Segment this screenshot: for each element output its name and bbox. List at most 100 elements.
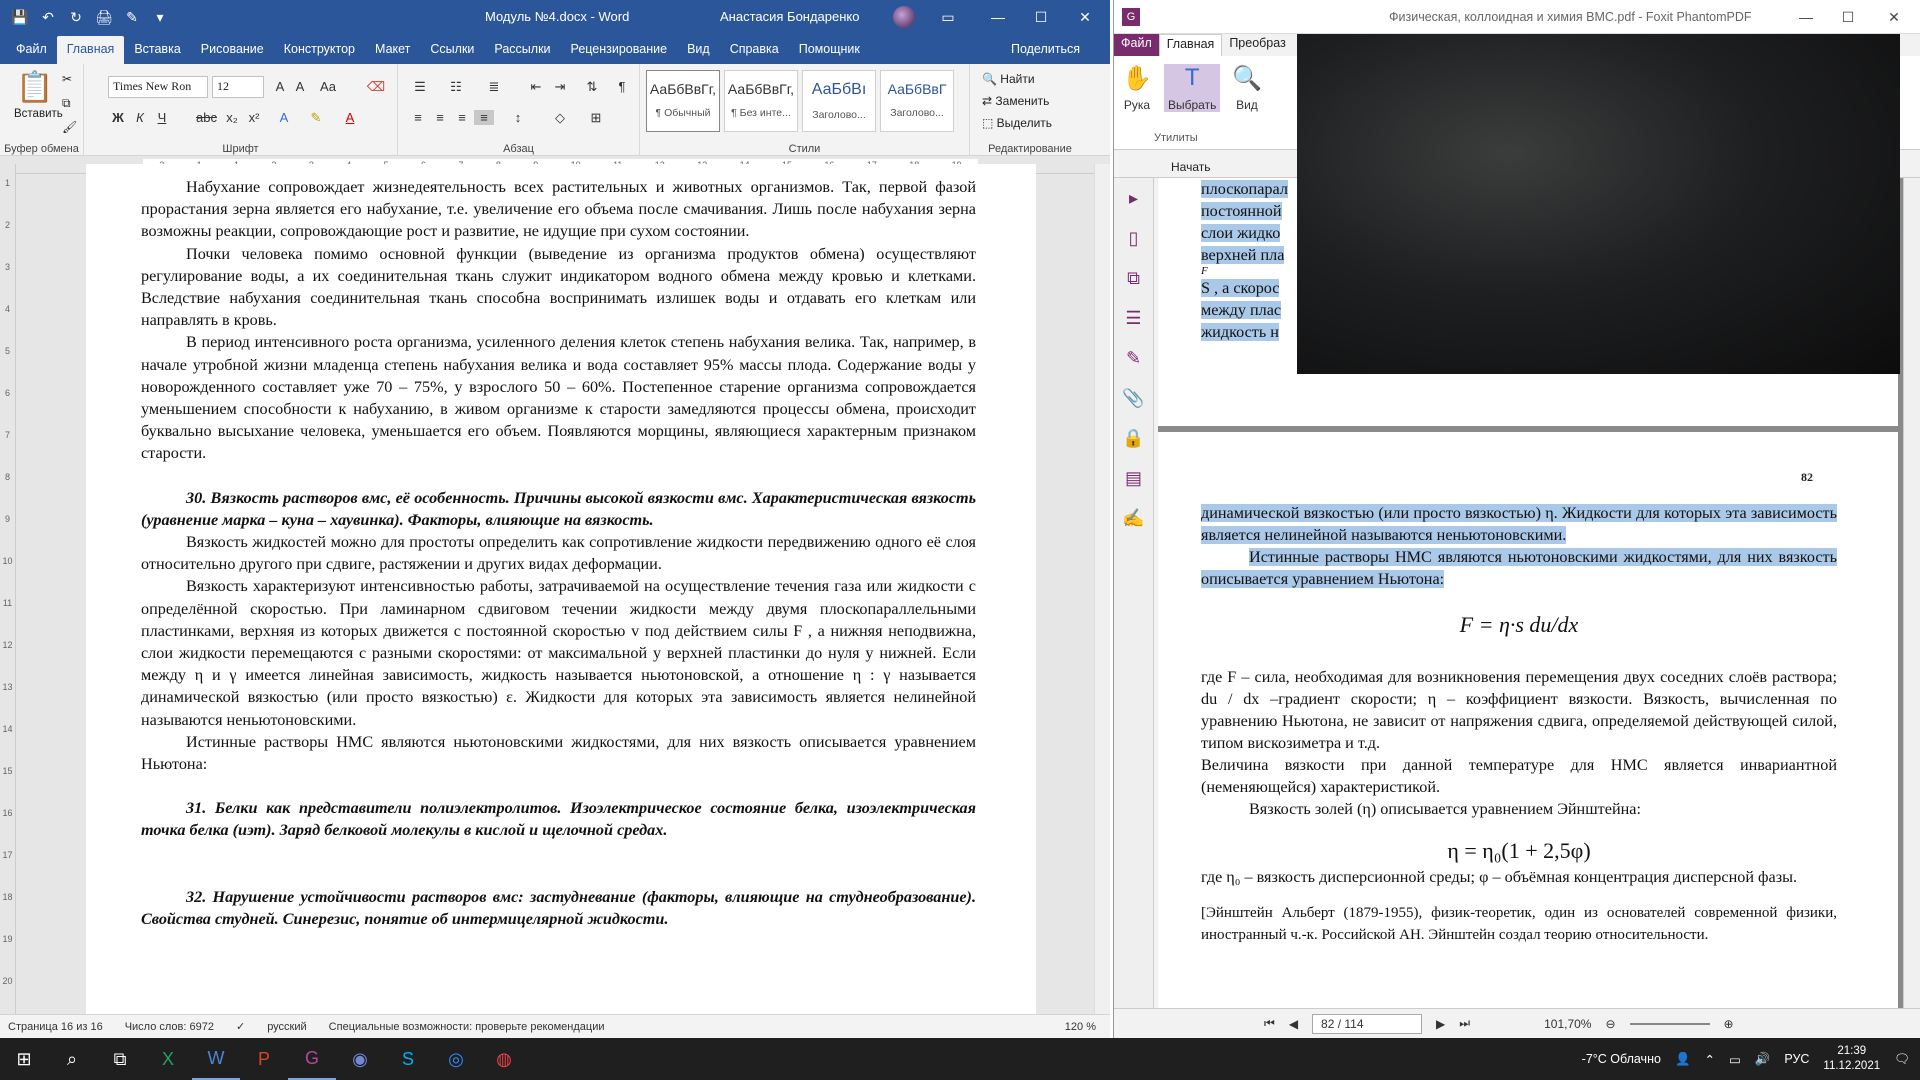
accessibility-status[interactable]: Специальные возможности: проверьте реком… bbox=[329, 1021, 605, 1033]
hand-tool[interactable]: ✋ Рука bbox=[1122, 64, 1152, 112]
decrease-indent-icon[interactable]: ⇤ bbox=[526, 79, 546, 95]
bold-icon[interactable]: Ж bbox=[108, 110, 128, 125]
discord-icon[interactable]: ◉ bbox=[336, 1038, 384, 1080]
layers-icon[interactable]: ☰ bbox=[1114, 298, 1153, 338]
style-heading-1[interactable]: АаБбВı Заголово... bbox=[802, 70, 876, 132]
zoom-slider[interactable] bbox=[1629, 1022, 1710, 1025]
clock[interactable]: 21:39 11.12.2021 bbox=[1823, 1044, 1880, 1074]
comments-icon[interactable]: ✎ bbox=[1114, 338, 1153, 378]
zoom-in-icon[interactable]: ⊕ bbox=[1724, 1017, 1734, 1031]
paste-button[interactable]: Вставить bbox=[14, 108, 63, 120]
tab-file[interactable]: Файл bbox=[1114, 34, 1159, 56]
strikethrough-icon[interactable]: abc bbox=[196, 110, 217, 125]
powerpoint-icon[interactable]: P bbox=[240, 1038, 288, 1080]
maximize-button[interactable]: ☐ bbox=[1018, 0, 1064, 34]
underline-icon[interactable]: Ч bbox=[152, 110, 172, 125]
numbering-icon[interactable]: ☷ bbox=[446, 79, 466, 95]
paragraph[interactable]: Вязкость характеризуют интенсивностью ра… bbox=[141, 575, 976, 730]
vertical-scrollbar[interactable] bbox=[1094, 164, 1110, 1014]
task-view-icon[interactable]: ⧉ bbox=[96, 1038, 144, 1080]
expand-panel-icon[interactable]: ▸ bbox=[1114, 178, 1153, 218]
zoom-app-icon[interactable]: ◎ bbox=[432, 1038, 480, 1080]
draw-icon[interactable]: ✎ bbox=[120, 5, 144, 29]
line-spacing-icon[interactable]: ↕ bbox=[508, 110, 528, 125]
vertical-ruler[interactable]: 1 2 3 4 5 6 7 8 9 10 11 12 13 14 15 16 17 18 19 20 bbox=[0, 164, 16, 1014]
volume-icon[interactable]: 🔊 bbox=[1755, 1052, 1771, 1067]
bookmark-icon[interactable]: ▯ bbox=[1114, 218, 1153, 258]
document-page[interactable]: Набухание сопровождает жизнедеятельность… bbox=[86, 164, 1036, 1014]
next-page-icon[interactable]: ▶ bbox=[1436, 1017, 1445, 1031]
redo-icon[interactable]: ↻ bbox=[64, 5, 88, 29]
chrome-icon[interactable]: ◍ bbox=[480, 1038, 528, 1080]
select-button[interactable]: ⬚ Выделить bbox=[982, 116, 1052, 130]
font-size-select[interactable]: 12 bbox=[212, 76, 264, 98]
tab-file[interactable]: Файл bbox=[6, 36, 57, 64]
paste-icon[interactable]: 📋 bbox=[16, 70, 53, 105]
tab-layout[interactable]: Макет bbox=[365, 36, 420, 64]
select-tool[interactable]: T Выбрать bbox=[1164, 64, 1221, 112]
print-icon[interactable]: 🖨 bbox=[92, 5, 116, 29]
tab-help[interactable]: Справка bbox=[720, 36, 789, 64]
section-heading[interactable]: 31. Белки как представители полиэлектрол… bbox=[141, 797, 976, 841]
tab-review[interactable]: Рецензирование bbox=[561, 36, 678, 64]
proofing-icon[interactable]: ✓ bbox=[236, 1020, 245, 1033]
tab-references[interactable]: Ссылки bbox=[420, 36, 484, 64]
align-center-icon[interactable]: ≡ bbox=[430, 110, 450, 125]
style-heading-2[interactable]: АаБбВвГ Заголово... bbox=[880, 70, 954, 132]
avatar[interactable] bbox=[893, 6, 915, 28]
word-count[interactable]: Число слов: 6972 bbox=[125, 1021, 214, 1033]
paragraph[interactable]: Почки человека помимо основной функции (… bbox=[141, 243, 976, 332]
sort-icon[interactable]: ⇅ bbox=[582, 79, 602, 95]
prev-page-icon[interactable]: ◀ bbox=[1289, 1017, 1298, 1031]
tab-draw[interactable]: Рисование bbox=[191, 36, 274, 64]
font-color-icon[interactable]: A bbox=[340, 110, 360, 125]
align-left-icon[interactable]: ≡ bbox=[408, 110, 428, 125]
input-language[interactable]: РУС bbox=[1784, 1052, 1809, 1066]
justify-icon[interactable]: ≡ bbox=[474, 110, 494, 125]
video-overlay[interactable] bbox=[1297, 34, 1900, 374]
grow-font-icon[interactable]: A bbox=[270, 79, 290, 94]
share-button[interactable]: Поделиться bbox=[1001, 36, 1090, 64]
last-page-icon[interactable]: ⏭ bbox=[1459, 1016, 1470, 1031]
text-effects-icon[interactable]: A bbox=[274, 110, 294, 125]
minimize-button[interactable]: — bbox=[1784, 0, 1828, 34]
skype-icon[interactable]: S bbox=[384, 1038, 432, 1080]
foxit-icon[interactable]: G bbox=[288, 1038, 336, 1080]
show-marks-icon[interactable]: ¶ bbox=[612, 79, 632, 94]
subscript-icon[interactable]: x₂ bbox=[222, 110, 242, 125]
paragraph[interactable]: Вязкость жидкостей можно для простоты оп… bbox=[141, 531, 976, 575]
tab-mailings[interactable]: Рассылки bbox=[484, 36, 560, 64]
pages-icon[interactable]: ⧉ bbox=[1114, 258, 1153, 298]
close-button[interactable]: ✕ bbox=[1872, 0, 1916, 34]
attachment-icon[interactable]: 📎 bbox=[1114, 378, 1153, 418]
tab-design[interactable]: Конструктор bbox=[274, 36, 365, 64]
align-right-icon[interactable]: ≡ bbox=[452, 110, 472, 125]
first-page-icon[interactable]: ⏮ bbox=[1264, 1016, 1275, 1031]
find-button[interactable]: 🔍 Найти bbox=[982, 72, 1035, 86]
notifications-icon[interactable]: 🗨 bbox=[1894, 1052, 1910, 1067]
style-normal[interactable]: АаБбВвГг, ¶ Обычный bbox=[646, 70, 720, 132]
section-heading[interactable]: 32. Нарушение устойчивости растворов вмс… bbox=[141, 886, 976, 930]
language[interactable]: русский bbox=[267, 1021, 306, 1033]
italic-icon[interactable]: К bbox=[130, 110, 150, 125]
shrink-font-icon[interactable]: A bbox=[290, 79, 310, 94]
format-painter-icon[interactable]: 🖌 bbox=[62, 120, 77, 134]
borders-icon[interactable]: ⊞ bbox=[586, 110, 606, 126]
section-heading[interactable]: 30. Вязкость растворов вмс, её особеннос… bbox=[141, 487, 976, 531]
paragraph[interactable]: В период интенсивного роста организма, у… bbox=[141, 331, 976, 464]
tab-assistant[interactable]: Помощник bbox=[789, 36, 870, 64]
clear-format-icon[interactable]: ⌫ bbox=[366, 79, 386, 95]
ribbon-display-icon[interactable]: ▭ bbox=[925, 0, 971, 34]
tab-home[interactable]: Главная bbox=[56, 36, 125, 64]
undo-icon[interactable]: ↶ bbox=[36, 5, 60, 29]
empty-line[interactable] bbox=[141, 842, 976, 864]
form-fields-icon[interactable]: ▤ bbox=[1114, 458, 1153, 498]
people-icon[interactable]: 👤 bbox=[1675, 1052, 1691, 1067]
zoom-out-icon[interactable]: ⊖ bbox=[1605, 1017, 1615, 1031]
copy-icon[interactable]: ⧉ bbox=[62, 96, 71, 111]
cut-icon[interactable]: ✂ bbox=[62, 72, 72, 86]
close-button[interactable]: ✕ bbox=[1062, 0, 1108, 34]
security-lock-icon[interactable]: 🔒 bbox=[1114, 418, 1153, 458]
page-number-input[interactable]: 82 / 114 bbox=[1312, 1013, 1423, 1034]
signature-icon[interactable]: ✍ bbox=[1114, 498, 1153, 538]
